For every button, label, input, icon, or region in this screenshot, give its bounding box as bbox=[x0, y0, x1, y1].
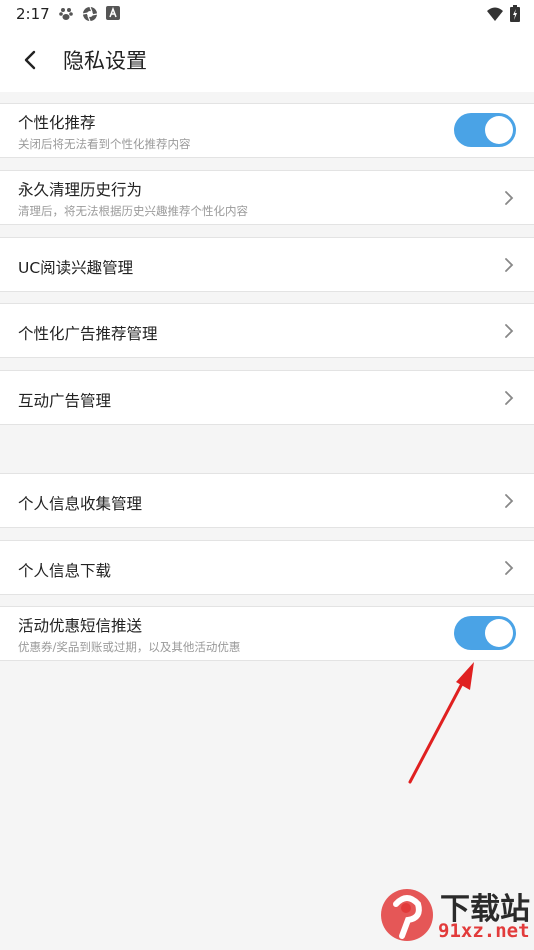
setting-title: 活动优惠短信推送 bbox=[18, 617, 143, 635]
setting-clear-history[interactable]: 永久清理历史行为 清理后，将无法根据历史兴趣推荐个性化内容 bbox=[0, 170, 534, 225]
chevron-right-icon bbox=[502, 561, 516, 575]
chevron-right-icon bbox=[502, 494, 516, 508]
back-button[interactable] bbox=[14, 44, 46, 76]
battery-icon bbox=[510, 5, 520, 22]
header-bar: 隐私设置 bbox=[0, 28, 534, 92]
setting-title: 个人信息下载 bbox=[18, 562, 112, 580]
watermark-emblem-icon bbox=[381, 889, 433, 941]
setting-info-collect[interactable]: 个人信息收集管理 bbox=[0, 473, 534, 528]
chevron-right-icon bbox=[502, 191, 516, 205]
paw-icon bbox=[59, 8, 73, 20]
watermark-logo: 下载站 91xz.net bbox=[378, 884, 530, 946]
setting-title: 个性化广告推荐管理 bbox=[18, 325, 158, 343]
chevron-left-icon bbox=[24, 50, 36, 70]
personalized-recommend-toggle[interactable] bbox=[454, 113, 516, 147]
chevron-right-icon bbox=[502, 258, 516, 272]
wifi-icon bbox=[487, 7, 503, 21]
setting-title: UC阅读兴趣管理 bbox=[18, 259, 134, 277]
chevron-right-icon bbox=[502, 391, 516, 405]
watermark-url: 91xz.net bbox=[438, 920, 530, 942]
setting-info-download[interactable]: 个人信息下载 bbox=[0, 540, 534, 595]
chevron-right-icon bbox=[502, 324, 516, 338]
page-title: 隐私设置 bbox=[63, 49, 147, 73]
setting-uc-interest[interactable]: UC阅读兴趣管理 bbox=[0, 237, 534, 292]
status-bar: 2:17 bbox=[0, 0, 534, 28]
toggle-knob bbox=[485, 116, 513, 144]
sms-promo-toggle[interactable] bbox=[454, 616, 516, 650]
setting-personalized-recommend[interactable]: 个性化推荐 关闭后将无法看到个性化推荐内容 bbox=[0, 103, 534, 158]
status-time: 2:17 bbox=[16, 5, 50, 23]
app-a-icon bbox=[106, 6, 120, 20]
setting-title: 个性化推荐 bbox=[18, 114, 96, 132]
notification-icons bbox=[58, 6, 120, 22]
setting-title: 永久清理历史行为 bbox=[18, 181, 143, 199]
setting-ad-recommend[interactable]: 个性化广告推荐管理 bbox=[0, 303, 534, 358]
setting-title: 互动广告管理 bbox=[18, 392, 112, 410]
setting-interactive-ad[interactable]: 互动广告管理 bbox=[0, 370, 534, 425]
setting-subtitle: 清理后，将无法根据历史兴趣推荐个性化内容 bbox=[18, 204, 248, 218]
setting-subtitle: 优惠券/奖品到账或过期，以及其他活动优惠 bbox=[18, 640, 241, 654]
setting-title: 个人信息收集管理 bbox=[18, 495, 143, 513]
toggle-knob bbox=[485, 619, 513, 647]
setting-subtitle: 关闭后将无法看到个性化推荐内容 bbox=[18, 137, 191, 151]
system-icons bbox=[486, 5, 520, 22]
aperture-icon bbox=[82, 6, 98, 22]
setting-sms-promo[interactable]: 活动优惠短信推送 优惠券/奖品到账或过期，以及其他活动优惠 bbox=[0, 606, 534, 661]
